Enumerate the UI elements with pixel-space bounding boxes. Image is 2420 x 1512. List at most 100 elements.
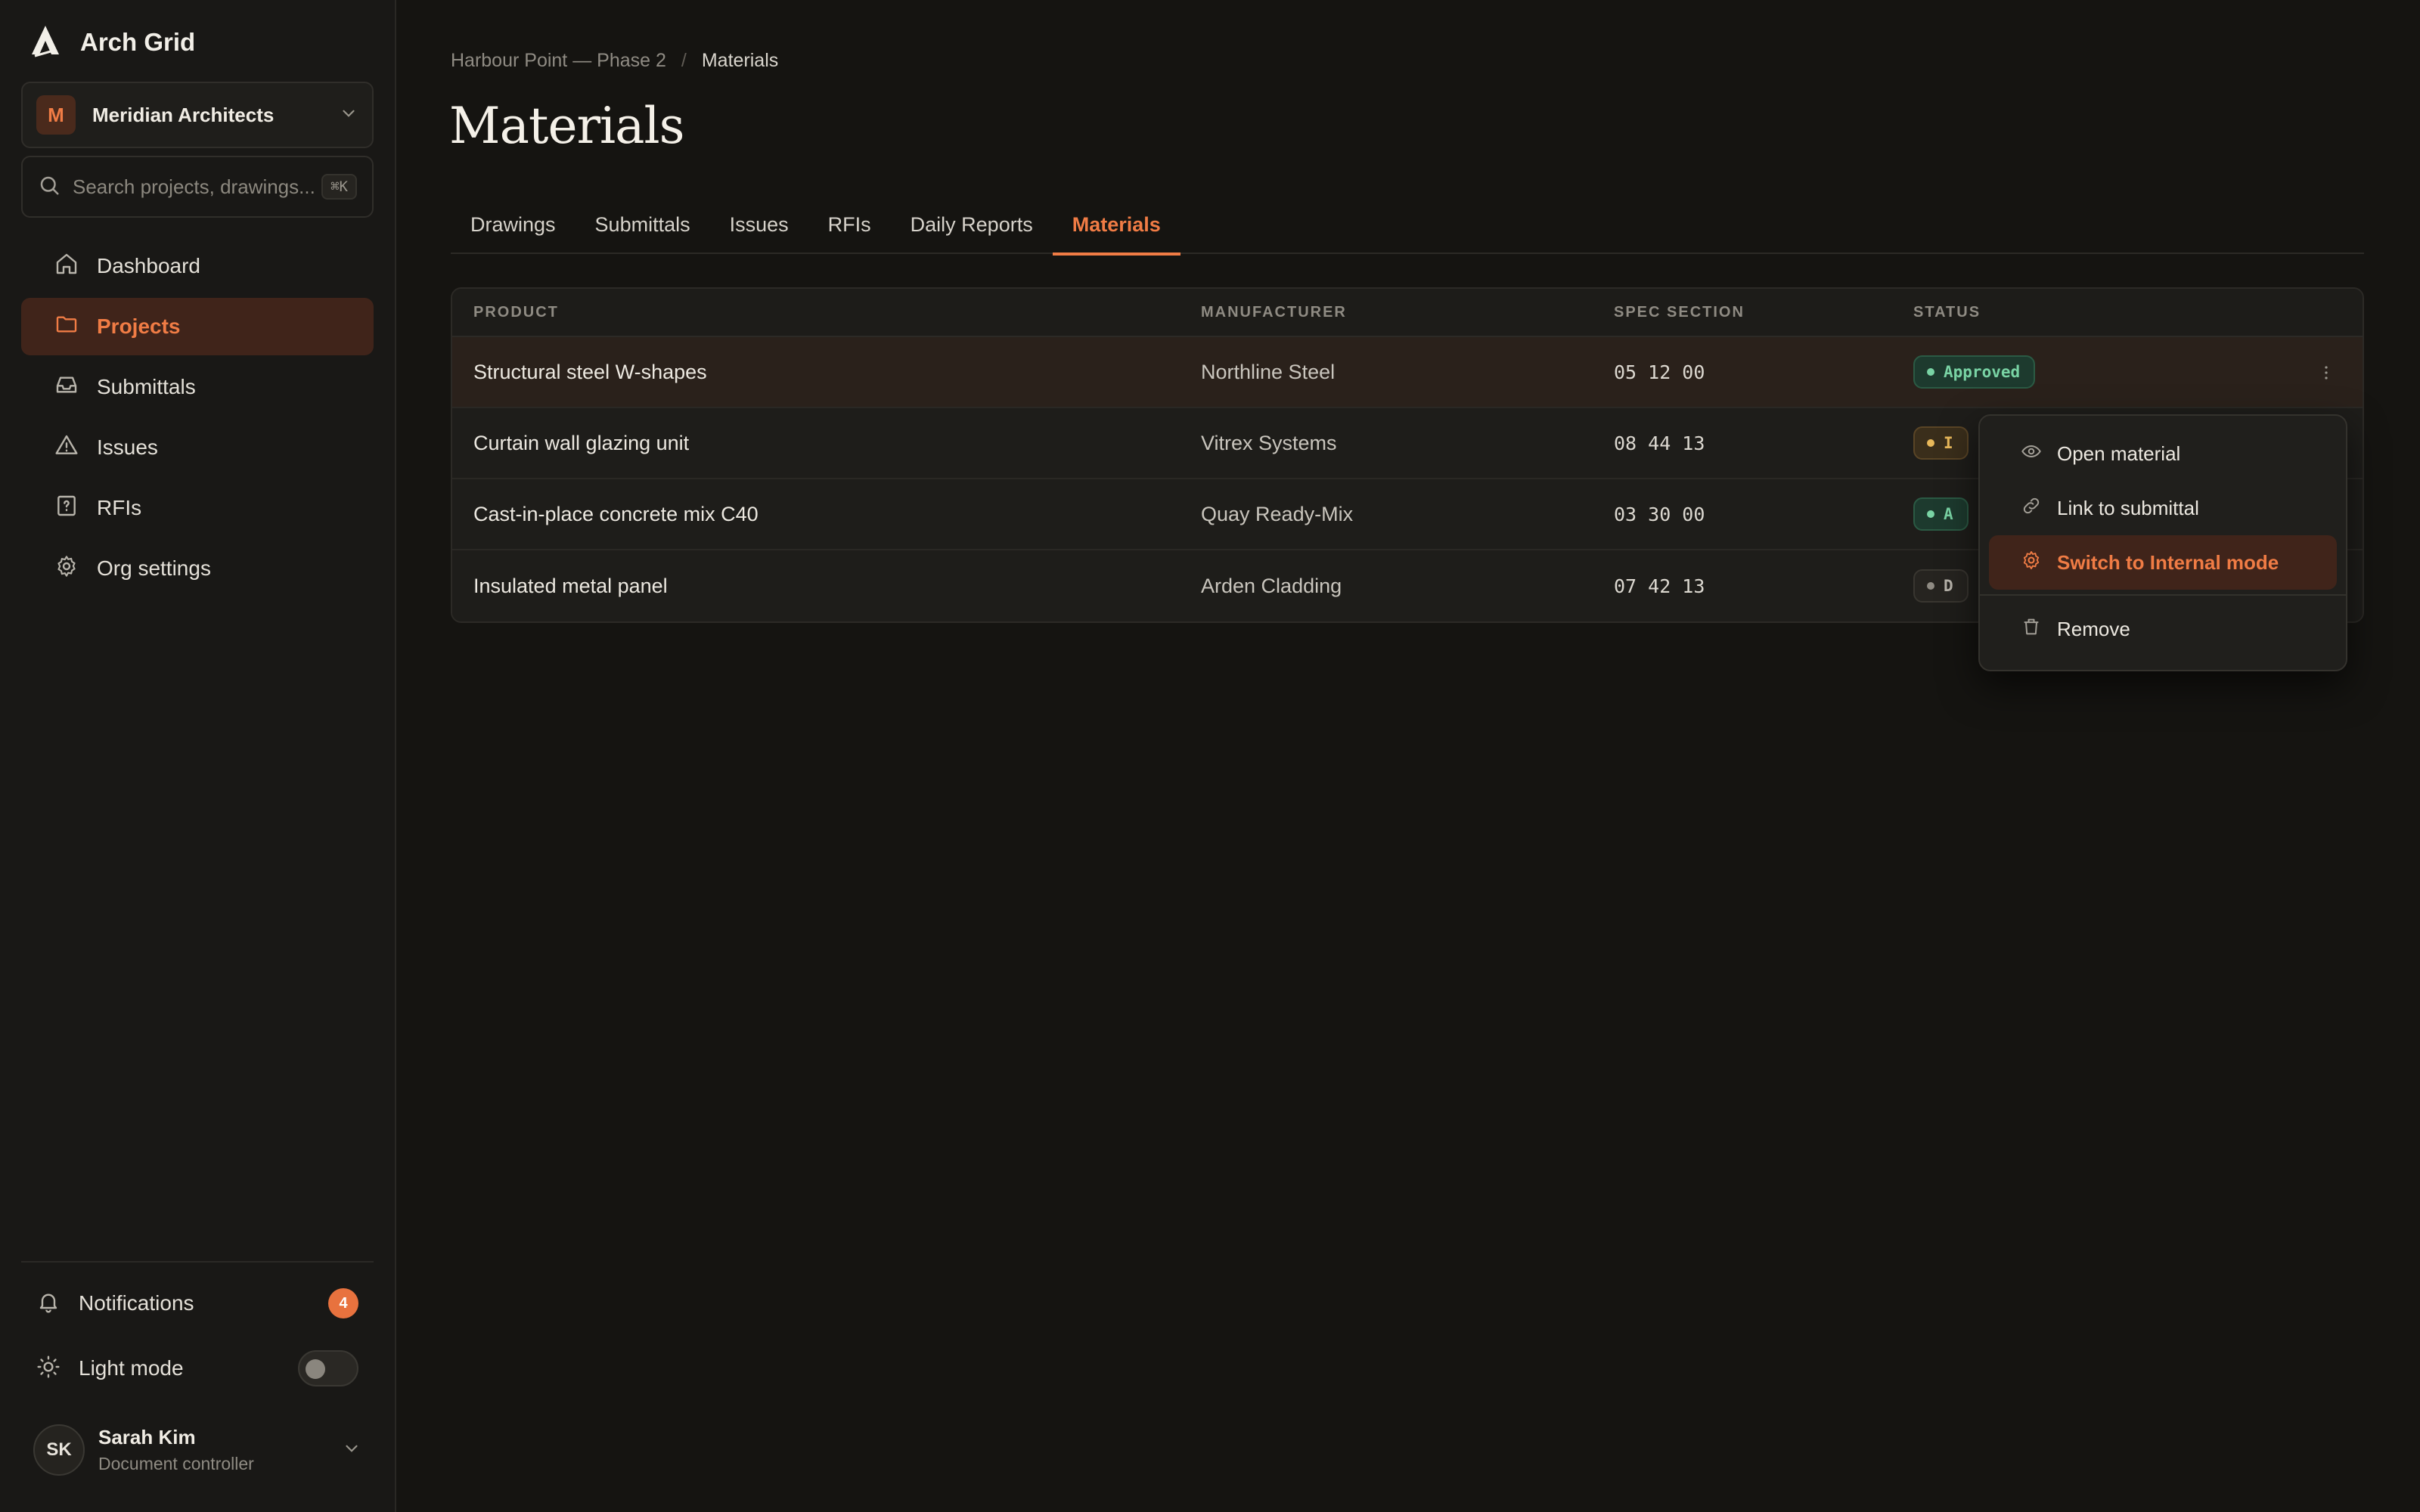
brand-name: Arch Grid <box>80 28 196 56</box>
more-vertical-icon[interactable] <box>2316 362 2337 383</box>
sidebar-item-projects[interactable]: Projects <box>21 298 374 355</box>
breadcrumb-separator: / <box>681 50 687 71</box>
status-text: I <box>1944 434 1953 452</box>
cell-spec-section: 05 12 00 <box>1614 361 1705 383</box>
chevron-down-icon <box>342 1439 361 1462</box>
status-dot <box>1927 439 1934 447</box>
status-badge: D <box>1913 569 1969 603</box>
column-header-manufacturer[interactable]: MANUFACTURER <box>1201 304 1614 321</box>
menu-item-label: Link to submittal <box>2057 496 2199 519</box>
sidebar-divider <box>21 1261 374 1263</box>
tab-materials[interactable]: Materials <box>1052 195 1181 256</box>
toggle-knob <box>306 1359 325 1379</box>
menu-item-link-to-submittal[interactable]: Link to submittal <box>1989 481 2337 535</box>
cell-status: Approved <box>1913 355 2363 389</box>
tab-daily-reports[interactable]: Daily Reports <box>891 195 1053 254</box>
status-text: D <box>1944 577 1953 595</box>
tab-submittals[interactable]: Submittals <box>576 195 710 254</box>
sidebar-item-submittals[interactable]: Submittals <box>21 358 374 416</box>
column-header-product[interactable]: PRODUCT <box>452 304 1201 321</box>
org-switcher[interactable]: M Meridian Architects <box>21 82 374 148</box>
breadcrumb-project-link[interactable]: Harbour Point — Phase 2 <box>451 50 666 72</box>
eye-icon <box>2021 441 2042 467</box>
breadcrumb-current: Materials <box>701 50 779 71</box>
page-title: Materials <box>449 97 684 155</box>
cell-product: Insulated metal panel <box>473 574 668 597</box>
cell-product: Cast-in-place concrete mix C40 <box>473 502 759 525</box>
tab-issues[interactable]: Issues <box>710 195 808 254</box>
cell-spec-section: 07 42 13 <box>1614 575 1705 597</box>
sidebar-item-issues[interactable]: Issues <box>21 419 374 476</box>
brand[interactable]: Arch Grid <box>27 24 195 60</box>
table-row[interactable]: Structural steel W-shapes Northline Stee… <box>452 337 2363 408</box>
cell-spec-section: 03 30 00 <box>1614 503 1705 525</box>
cell-manufacturer: Arden Cladding <box>1201 574 1342 597</box>
sun-icon <box>36 1355 60 1383</box>
cell-manufacturer: Vitrex Systems <box>1201 431 1337 454</box>
cell-product: Structural steel W-shapes <box>473 360 707 383</box>
menu-item-remove[interactable]: Remove <box>1989 602 2337 656</box>
notifications-label: Notifications <box>79 1291 194 1315</box>
menu-item-label: Switch to Internal mode <box>2057 550 2279 574</box>
menu-item-label: Open material <box>2057 442 2181 465</box>
user-role: Document controller <box>98 1454 254 1473</box>
light-mode-label: Light mode <box>79 1356 184 1380</box>
notifications-item[interactable]: Notifications 4 <box>21 1275 374 1332</box>
menu-item-open-material[interactable]: Open material <box>1989 426 2337 481</box>
tab-drawings[interactable]: Drawings <box>451 195 576 254</box>
org-name: Meridian Architects <box>92 103 275 126</box>
main-content: Harbour Point — Phase 2 / Materials Mate… <box>396 0 2420 1512</box>
sidebar-item-label: Projects <box>97 314 181 338</box>
gear-icon <box>2021 550 2042 576</box>
sidebar-item-label: RFIs <box>97 496 142 519</box>
cell-spec-section: 08 44 13 <box>1614 432 1705 454</box>
light-mode-item: Light mode <box>21 1340 374 1397</box>
status-badge: Approved <box>1913 355 2036 389</box>
link-icon <box>2021 495 2042 522</box>
status-dot <box>1927 368 1934 376</box>
cell-manufacturer: Quay Ready-Mix <box>1201 502 1354 525</box>
status-badge: I <box>1913 426 1969 460</box>
status-text: A <box>1944 505 1953 523</box>
avatar: SK <box>33 1424 85 1476</box>
notifications-count-badge: 4 <box>328 1288 358 1318</box>
trash-icon <box>2021 616 2042 643</box>
column-header-status[interactable]: STATUS <box>1913 304 2363 321</box>
sidebar-item-dashboard[interactable]: Dashboard <box>21 237 374 295</box>
status-badge: A <box>1913 497 1969 531</box>
user-name: Sarah Kim <box>98 1426 196 1448</box>
user-menu[interactable]: SK Sarah Kim Document controller <box>21 1417 374 1483</box>
home-icon <box>54 252 79 281</box>
cell-manufacturer: Northline Steel <box>1201 360 1336 383</box>
status-dot <box>1927 582 1934 590</box>
sidebar-nav: Dashboard Projects Submittals Issues RFI… <box>21 237 374 600</box>
user-info: Sarah Kim Document controller <box>98 1426 342 1474</box>
search-input[interactable] <box>73 175 322 199</box>
search-shortcut: ⌘K <box>321 174 357 200</box>
app-root: Arch Grid M Meridian Architects ⌘K Dashb… <box>0 0 2420 1512</box>
sidebar-item-label: Org settings <box>97 556 211 580</box>
org-avatar: M <box>36 95 76 135</box>
sidebar-item-label: Submittals <box>97 375 196 398</box>
light-mode-toggle[interactable] <box>298 1350 358 1387</box>
sidebar-item-rfis[interactable]: RFIs <box>21 479 374 537</box>
tab-bar: Drawings Submittals Issues RFIs Daily Re… <box>451 195 2364 256</box>
inbox-icon <box>54 373 79 402</box>
sidebar: Arch Grid M Meridian Architects ⌘K Dashb… <box>0 0 396 1512</box>
table-header: PRODUCT MANUFACTURER SPEC SECTION STATUS <box>452 289 2363 337</box>
column-header-spec-section[interactable]: SPEC SECTION <box>1614 304 1913 321</box>
sidebar-item-label: Issues <box>97 435 158 459</box>
alert-triangle-icon <box>54 433 79 463</box>
tab-rfis[interactable]: RFIs <box>808 195 891 254</box>
row-context-menu: Open material Link to submittal Switch t… <box>1978 414 2347 671</box>
menu-item-switch-internal-mode[interactable]: Switch to Internal mode <box>1989 535 2337 590</box>
sidebar-item-org-settings[interactable]: Org settings <box>21 540 374 597</box>
logo-icon <box>27 23 64 63</box>
question-file-icon <box>54 494 79 523</box>
menu-separator <box>1980 594 2346 596</box>
status-dot <box>1927 510 1934 518</box>
chevron-down-icon <box>339 104 358 127</box>
sidebar-item-label: Dashboard <box>97 254 200 277</box>
breadcrumb: Harbour Point — Phase 2 / Materials <box>451 50 778 72</box>
gear-icon <box>54 554 79 584</box>
